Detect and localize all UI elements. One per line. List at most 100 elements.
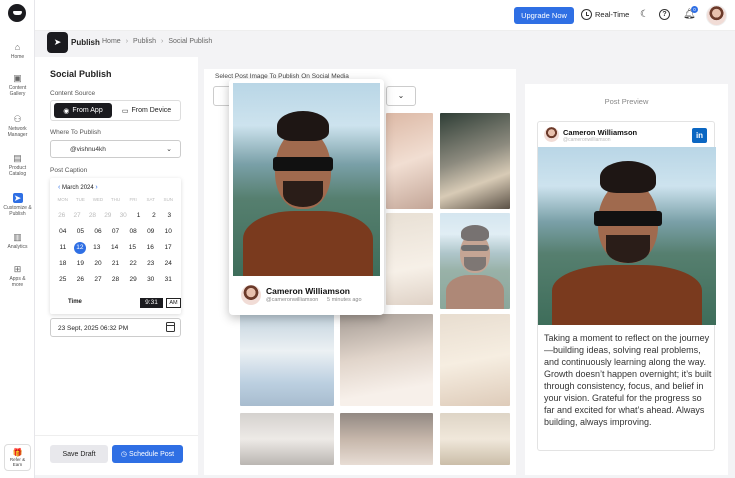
image-icon: ▣	[13, 73, 22, 83]
gallery-thumbnail[interactable]	[240, 413, 334, 465]
app-logo[interactable]	[8, 4, 26, 22]
sidebar-item-home[interactable]: ⌂ Home	[0, 42, 35, 60]
upgrade-now-button[interactable]: Upgrade Now	[514, 7, 574, 24]
gallery-thumbnail[interactable]	[440, 213, 510, 309]
account-select[interactable]: @vishnu4kh ⌄	[50, 140, 181, 158]
calendar-day[interactable]: 06	[89, 226, 107, 238]
calendar-day-selected[interactable]: 12	[73, 242, 86, 254]
weekday: SUN	[163, 197, 174, 202]
calendar-day[interactable]: 14	[106, 242, 124, 254]
calendar-day[interactable]: 1	[131, 210, 146, 222]
calendar-day[interactable]: 3	[162, 210, 177, 222]
realtime-label: Real-Time	[595, 10, 630, 19]
user-avatar[interactable]	[706, 5, 727, 26]
photo-hair	[461, 225, 489, 241]
calendar-day[interactable]: 13	[88, 242, 106, 254]
ampm-toggle[interactable]: AM	[166, 298, 181, 308]
calendar-day[interactable]: 28	[107, 274, 125, 286]
sidebar-item-customize-publish[interactable]: ➤ Customize & Publish	[0, 193, 35, 217]
refer-label: Refer & Earn	[9, 457, 26, 467]
calendar-day[interactable]: 05	[72, 226, 90, 238]
time-input[interactable]: 9:31	[140, 298, 163, 308]
post-caption-label: Post Caption	[50, 167, 88, 174]
sidebar-item-analytics[interactable]: ▥ Analytics	[0, 232, 35, 250]
source-dropdown[interactable]: ⌄	[386, 86, 416, 106]
bar-chart-icon: ▥	[13, 232, 22, 242]
calendar-day[interactable]: 26	[72, 274, 90, 286]
calendar-day[interactable]: 2	[146, 210, 161, 222]
from-device-button[interactable]: ▭ From Device	[115, 103, 178, 118]
calendar-day[interactable]: 29	[124, 274, 142, 286]
calendar-day[interactable]: 18	[54, 258, 72, 270]
calendar-day[interactable]: 09	[142, 226, 160, 238]
breadcrumb-home[interactable]: Home	[102, 38, 121, 45]
calendar-day[interactable]: 20	[89, 258, 107, 270]
month-label: March 2024	[62, 185, 94, 191]
weekday: FRI	[129, 197, 137, 202]
realtime-toggle[interactable]: Real-Time	[581, 9, 629, 20]
from-app-label: From App	[72, 107, 103, 114]
sidebar-item-label: Customize & Publish	[3, 205, 32, 217]
sidebar-item-apps[interactable]: ⊞ Apps & more	[0, 264, 35, 288]
sidebar-item-product-catalog[interactable]: ▤ Product Catalog	[0, 153, 35, 177]
calendar-day[interactable]: 24	[159, 258, 177, 270]
app-icon: ◉	[63, 107, 70, 115]
calendar-day[interactable]: 28	[85, 210, 100, 222]
calendar-day[interactable]: 17	[159, 242, 177, 254]
next-month-icon[interactable]: ›	[95, 184, 97, 191]
author-handle: @cameronwilliamson	[563, 137, 611, 143]
schedule-date-field[interactable]: 23 Sept, 2025 06:32 PM	[50, 318, 181, 337]
refer-earn-button[interactable]: 🎁 Refer & Earn	[4, 444, 31, 471]
sidebar-item-label: Analytics	[7, 244, 28, 250]
from-app-button[interactable]: ◉ From App	[54, 103, 112, 118]
calendar-day[interactable]: 27	[89, 274, 107, 286]
sidebar-item-network-manager[interactable]: ⚇ Network Manager	[0, 114, 35, 138]
sidebar-item-content-gallery[interactable]: ▣ Content Gallery	[0, 73, 35, 97]
save-draft-button[interactable]: Save Draft	[50, 445, 108, 463]
gallery-thumbnail[interactable]	[240, 314, 334, 406]
prev-month-icon[interactable]: ‹	[58, 184, 60, 191]
calendar-day[interactable]: 21	[107, 258, 125, 270]
sidebar-item-label: Home	[10, 54, 25, 60]
calendar-day[interactable]: 19	[72, 258, 90, 270]
calendar-day[interactable]: 11	[54, 242, 72, 254]
gallery-thumbnail[interactable]	[440, 314, 510, 406]
where-to-publish-label: Where To Publish	[50, 129, 101, 136]
schedule-post-label: Schedule Post	[128, 451, 175, 458]
post-text: Taking a moment to reflect on the journe…	[544, 333, 712, 427]
photo-shirt	[243, 211, 373, 276]
time-label: Time	[68, 299, 82, 305]
calendar-day[interactable]: 30	[142, 274, 160, 286]
gallery-thumbnail[interactable]	[440, 413, 510, 465]
author-handle: @cameronwilliamson	[266, 297, 319, 303]
breadcrumb-publish[interactable]: Publish	[133, 38, 156, 45]
calendar-day[interactable]: 22	[124, 258, 142, 270]
calendar-day[interactable]: 31	[159, 274, 177, 286]
calendar-day[interactable]: 26	[54, 210, 69, 222]
gallery-thumbnail[interactable]	[386, 113, 433, 209]
publish-form-panel: Social Publish Content Source ◉ From App…	[35, 57, 198, 475]
breadcrumb: Home › Publish › Social Publish	[102, 38, 212, 45]
calendar-icon[interactable]	[166, 322, 175, 332]
calendar-day[interactable]: 04	[54, 226, 72, 238]
gallery-thumbnail[interactable]	[340, 314, 433, 406]
calendar-day[interactable]: 23	[142, 258, 160, 270]
calendar-day[interactable]: 25	[54, 274, 72, 286]
gallery-thumbnail[interactable]	[386, 213, 433, 305]
schedule-post-button[interactable]: ◷ Schedule Post	[112, 445, 183, 463]
moon-icon[interactable]: ☾	[640, 9, 649, 21]
gift-icon: 🎁	[12, 448, 23, 457]
calendar-day[interactable]: 30	[116, 210, 131, 222]
calendar-day[interactable]: 07	[107, 226, 125, 238]
calendar-day[interactable]: 10	[159, 226, 177, 238]
gallery-thumbnail[interactable]	[340, 413, 433, 465]
gallery-thumbnail[interactable]	[440, 113, 510, 209]
network-icon: ⚇	[13, 114, 22, 124]
calendar-day[interactable]: 08	[124, 226, 142, 238]
calendar-day[interactable]: 16	[141, 242, 159, 254]
calendar-day[interactable]: 15	[123, 242, 141, 254]
sidebar-item-label: Network Manager	[7, 126, 28, 138]
calendar-day[interactable]: 29	[100, 210, 115, 222]
calendar-day[interactable]: 27	[69, 210, 84, 222]
help-icon[interactable]: ?	[659, 9, 670, 20]
